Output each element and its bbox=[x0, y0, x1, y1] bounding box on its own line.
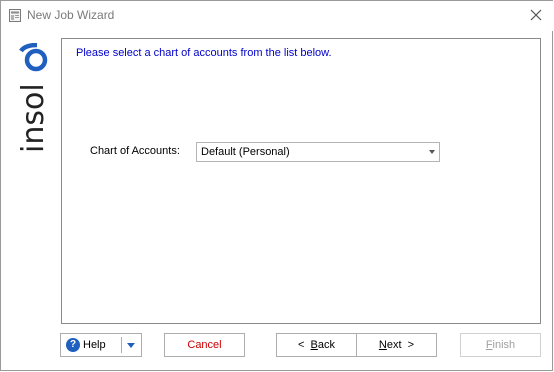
help-button[interactable]: ? Help bbox=[60, 333, 142, 357]
chart-of-accounts-dropdown[interactable]: Default (Personal) bbox=[196, 142, 440, 162]
title-bar: New Job Wizard bbox=[1, 1, 553, 31]
insol6-logo: insol bbox=[16, 43, 51, 153]
help-label: Help bbox=[83, 339, 106, 351]
window-title: New Job Wizard bbox=[27, 8, 115, 22]
next-label: Next > bbox=[378, 339, 415, 351]
close-icon[interactable] bbox=[527, 6, 545, 24]
next-button[interactable]: Next > bbox=[356, 333, 437, 357]
wizard-app-icon bbox=[9, 9, 21, 22]
chart-of-accounts-value: Default (Personal) bbox=[201, 146, 290, 158]
finish-button[interactable]: Finish bbox=[460, 333, 541, 357]
help-dropdown-button[interactable] bbox=[123, 334, 141, 356]
back-button[interactable]: < Back bbox=[276, 333, 357, 357]
help-icon: ? bbox=[66, 338, 80, 352]
main-panel: Please select a chart of accounts from t… bbox=[61, 38, 541, 324]
back-label: < Back bbox=[297, 339, 336, 351]
cancel-button[interactable]: Cancel bbox=[164, 333, 245, 357]
dropdown-arrow-icon[interactable] bbox=[429, 150, 435, 154]
wizard-window: New Job Wizard insol Please select a cha… bbox=[0, 0, 553, 371]
instruction-text: Please select a chart of accounts from t… bbox=[76, 47, 332, 59]
svg-text:insol: insol bbox=[16, 83, 51, 153]
chart-of-accounts-label: Chart of Accounts: bbox=[90, 145, 180, 157]
finish-label: Finish bbox=[485, 339, 516, 351]
cancel-label: Cancel bbox=[187, 339, 222, 351]
help-separator bbox=[121, 337, 122, 353]
caret-down-icon bbox=[127, 343, 135, 348]
